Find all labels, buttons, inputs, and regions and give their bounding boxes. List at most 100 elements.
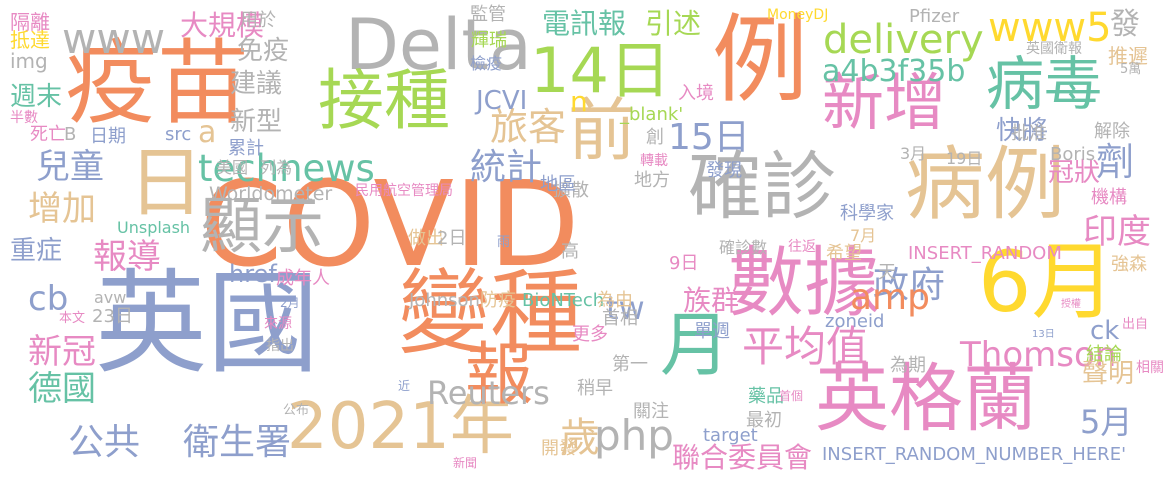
word-cloud-term: Worldometer <box>209 183 333 205</box>
word-cloud-term: 5月 <box>1080 403 1133 441</box>
word-cloud-term: 希望 <box>826 243 862 264</box>
word-cloud-term: 成年人 <box>276 268 330 289</box>
word-cloud-term: 科學家 <box>840 203 894 224</box>
word-cloud-term: 兒童 <box>36 147 104 187</box>
word-cloud-term: 出自 <box>1122 317 1149 332</box>
word-cloud-term: a4b3f35b <box>822 54 966 89</box>
word-cloud: COVID 英國 疫苗例變種 英格蘭 2021年 數據 6月 病例 確診 Delta 接種 14日日顯… <box>0 0 1175 482</box>
word-cloud-term: 日期 <box>90 126 126 147</box>
word-cloud-term: 來源 <box>264 316 292 332</box>
word-cloud-term: 檢疫 <box>470 54 503 73</box>
word-cloud-term: 新聞 <box>453 456 478 470</box>
word-cloud-term: 入境 <box>678 83 714 104</box>
word-cloud-term: 13日 <box>1032 329 1055 340</box>
word-cloud-term: 族群 <box>683 284 740 317</box>
word-cloud-term: 德國 <box>28 369 96 409</box>
word-cloud-term: 監管 <box>470 4 506 25</box>
word-cloud-term: 聯合委員會 <box>672 441 813 474</box>
word-cloud-term: 電訊報 <box>542 7 627 40</box>
word-cloud-term: 批准 <box>1011 123 1047 144</box>
word-cloud-term: 關注 <box>633 401 669 422</box>
word-cloud-term: 23日 <box>92 306 133 327</box>
word-cloud-term: 抵達 <box>10 28 50 52</box>
word-cloud-term: INSERT_RANDOM <box>908 243 1062 264</box>
word-cloud-term: 轉載 <box>640 153 668 169</box>
word-cloud-term: 劑 <box>1096 140 1135 184</box>
word-cloud-term: Johnson <box>409 290 480 311</box>
word-cloud-term: 日 <box>128 138 204 227</box>
word-cloud-term: 防疫 <box>480 290 516 311</box>
word-cloud-term: 開發 <box>541 438 577 459</box>
word-cloud-term: target <box>703 425 758 446</box>
word-cloud-term: 半數 <box>10 110 38 126</box>
word-cloud-term: 為期 <box>890 355 926 376</box>
word-cloud-term: _blank' <box>620 104 684 125</box>
word-cloud-term: 機構 <box>1091 187 1127 208</box>
word-cloud-term: 創 <box>646 127 664 148</box>
word-cloud-term: 公布 <box>283 403 310 418</box>
word-cloud-term: 地方 <box>634 170 670 191</box>
word-cloud-term: 強森 <box>1111 254 1147 275</box>
word-cloud-term: JCVI <box>476 86 528 116</box>
word-cloud-term: INSERT_RANDOM_NUMBER_HERE' <box>822 444 1127 465</box>
word-cloud-term: 天 <box>878 262 896 283</box>
word-cloud-term: src <box>165 124 192 145</box>
word-cloud-term: 增加 <box>28 189 96 229</box>
word-cloud-term: 死亡 <box>30 124 66 145</box>
word-cloud-term: 第一 <box>612 354 648 375</box>
word-cloud-term: 首個 <box>779 389 804 403</box>
word-cloud-term: 更多 <box>572 324 608 345</box>
word-cloud-term: 5萬 <box>1120 62 1142 77</box>
word-cloud-term: 2月 <box>280 296 300 310</box>
word-cloud-term: 民用航空管理局 <box>355 183 453 199</box>
word-cloud-term: 授權 <box>1061 299 1081 310</box>
word-cloud-term: 重症 <box>10 236 63 266</box>
word-cloud-term: 建議 <box>230 69 283 99</box>
word-cloud-term: 2日 <box>437 228 467 249</box>
word-cloud-term: 美國 <box>216 158 249 177</box>
word-cloud-term: 平均值 <box>742 322 869 371</box>
word-cloud-term: 病毒 <box>986 50 1103 118</box>
word-cloud-term: 週末 <box>10 82 63 112</box>
word-cloud-term: ck <box>1090 316 1120 346</box>
word-cloud-term: 病例 <box>905 138 1065 231</box>
word-cloud-term: Unsplash <box>117 218 191 237</box>
word-cloud-term: 近 <box>398 379 411 393</box>
word-cloud-term: 19日 <box>946 149 983 168</box>
word-cloud-term: Boris <box>1050 144 1096 165</box>
word-cloud-term: 地區 <box>540 174 576 195</box>
word-cloud-term: 本文 <box>59 311 86 326</box>
word-cloud-term: href <box>229 260 277 288</box>
word-cloud-term: 稍早 <box>577 378 613 399</box>
word-cloud-term: Reuters <box>427 374 550 412</box>
word-cloud-term: 英國衛報 <box>1026 41 1082 57</box>
word-cloud-term: 衛生署 <box>183 422 292 463</box>
word-cloud-term: n <box>570 85 588 118</box>
word-cloud-term: zoneid <box>825 311 885 332</box>
word-cloud-term: 15日 <box>668 117 750 158</box>
word-cloud-term: 接種 <box>318 62 450 139</box>
word-cloud-term: 列為 <box>260 158 293 177</box>
word-cloud-term: 解除 <box>1094 121 1130 142</box>
word-cloud-term: BioNTech <box>522 290 605 311</box>
word-cloud-term: www <box>62 14 166 63</box>
word-cloud-term: 統計 <box>470 147 543 188</box>
word-cloud-term: 雨 <box>497 235 511 250</box>
word-cloud-term: 累計 <box>228 138 264 159</box>
word-cloud-term: 報導 <box>93 237 161 277</box>
word-cloud-term: 新型 <box>230 107 283 137</box>
word-cloud-term: 新冠 <box>28 332 96 372</box>
word-cloud-term: 高 <box>561 241 579 262</box>
word-cloud-term: 引述 <box>645 7 702 40</box>
word-cloud-term: 公共 <box>68 422 141 463</box>
word-cloud-term: 例 <box>712 4 808 116</box>
word-cloud-term: avw <box>94 288 127 307</box>
word-cloud-term: 9日 <box>669 253 699 274</box>
word-cloud-term: 用於 <box>240 10 276 31</box>
word-cloud-term: 輝瑞 <box>471 30 507 51</box>
word-cloud-term: 往返 <box>788 239 816 255</box>
word-cloud-term: Pfizer <box>909 6 960 27</box>
word-cloud-term: 發現 <box>706 160 742 181</box>
word-cloud-term: 3月 <box>900 144 927 163</box>
word-cloud-term: 印度 <box>1083 212 1151 252</box>
